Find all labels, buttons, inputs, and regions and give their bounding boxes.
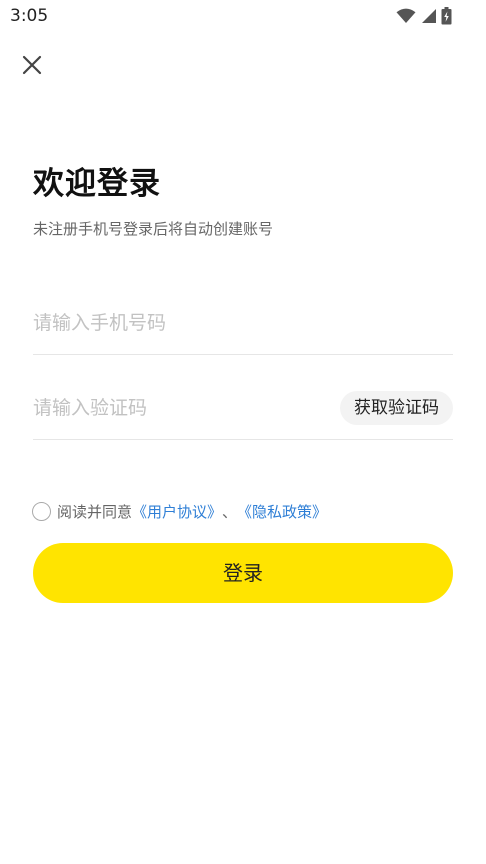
wifi-icon: [396, 8, 416, 24]
close-button[interactable]: [20, 53, 44, 77]
status-icons: [396, 6, 452, 26]
login-screen: 3:05 欢迎登录 未注册手机号登录后将自动创建账号 请输入手机号码 请输入验证…: [0, 0, 486, 864]
agreement-row: 阅读并同意 《用户协议》 、 《隐私政策》: [32, 500, 327, 522]
agree-checkbox[interactable]: [32, 501, 51, 521]
get-code-button[interactable]: 获取验证码: [340, 391, 453, 425]
cell-signal-icon: [420, 8, 437, 24]
battery-icon: [441, 7, 452, 25]
page-subtitle: 未注册手机号登录后将自动创建账号: [33, 220, 274, 238]
user-agreement-link[interactable]: 《用户协议》: [132, 501, 222, 522]
agreement-separator: 、: [222, 502, 238, 521]
close-icon: [22, 55, 42, 75]
status-time: 3:05: [10, 6, 49, 26]
login-button[interactable]: 登录: [33, 543, 453, 603]
phone-input[interactable]: [33, 305, 313, 341]
code-field: 获取验证码: [33, 380, 453, 440]
verification-code-input[interactable]: [33, 390, 313, 426]
privacy-policy-link[interactable]: 《隐私政策》: [237, 501, 327, 522]
phone-field: [33, 295, 453, 355]
agreement-prefix: 阅读并同意: [57, 502, 133, 521]
status-bar: 3:05: [0, 0, 486, 32]
page-title: 欢迎登录: [33, 166, 161, 202]
